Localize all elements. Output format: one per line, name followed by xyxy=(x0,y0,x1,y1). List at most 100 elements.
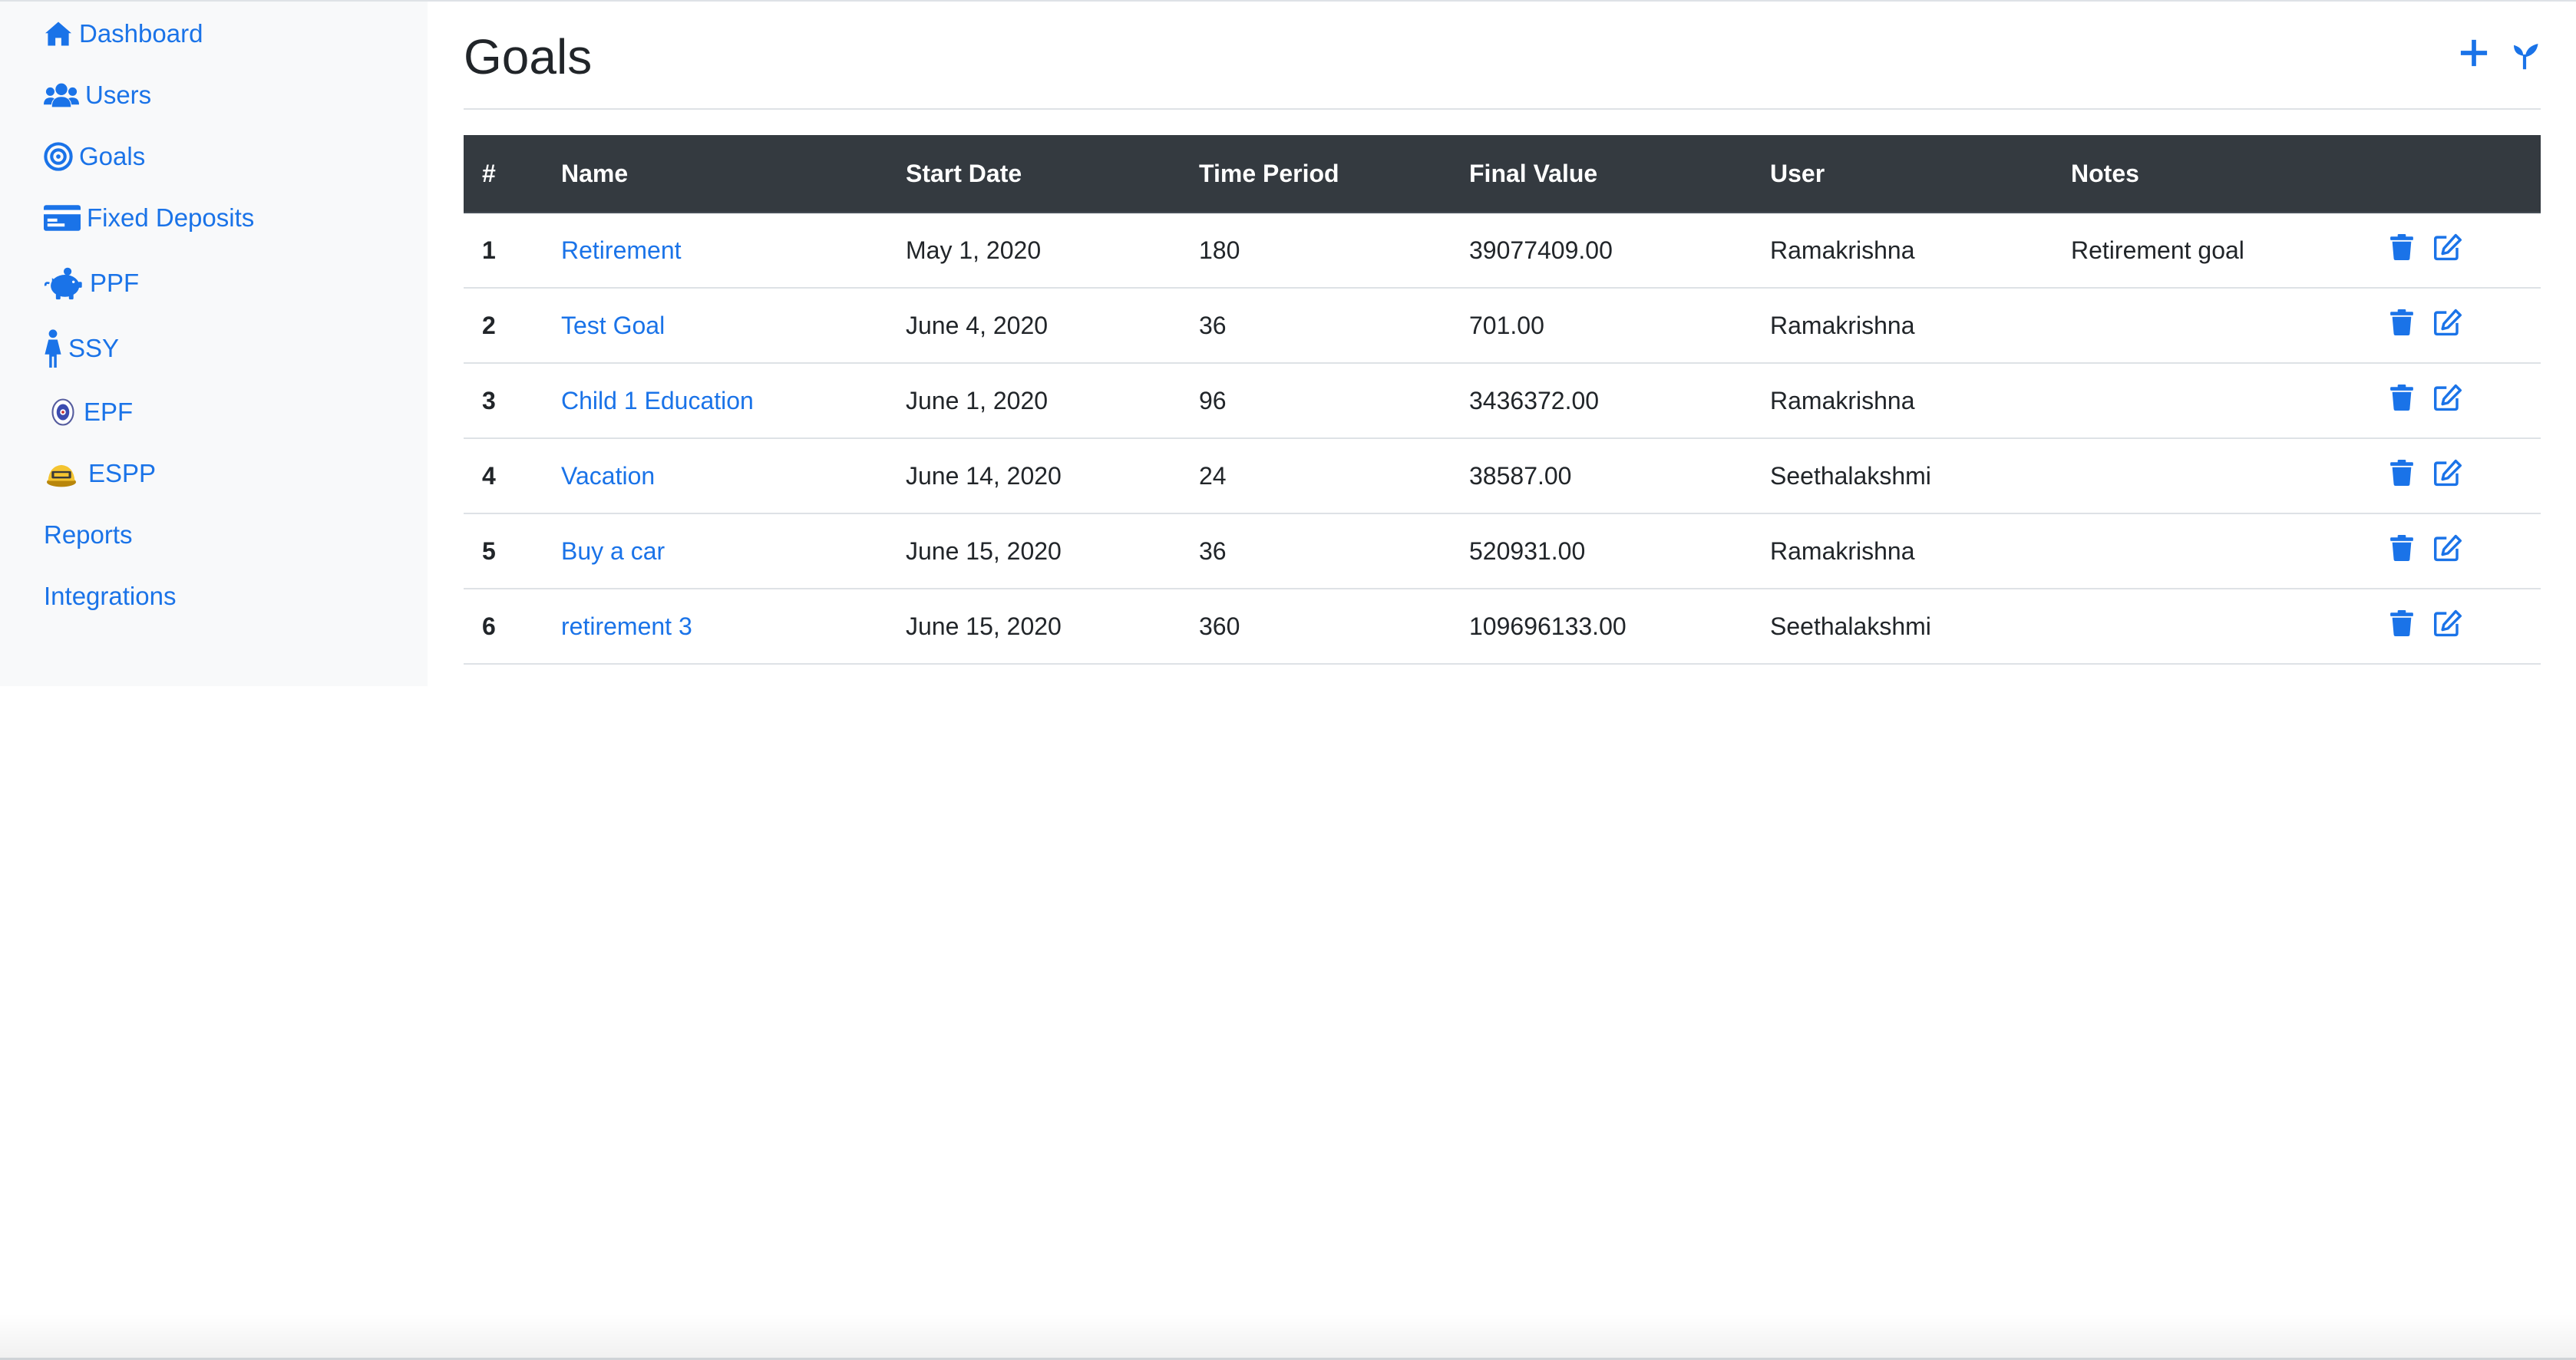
cell-actions xyxy=(2372,288,2541,364)
cell-final-value: 39077409.00 xyxy=(1451,213,1752,289)
table-row: 3 Child 1 Education June 1, 2020 96 3436372.… xyxy=(464,363,2541,439)
column-header-notes: Notes xyxy=(2053,135,2372,213)
sidebar-item-espp[interactable]: ESPP xyxy=(44,451,156,497)
home-icon xyxy=(44,21,73,47)
cell-time-period: 96 xyxy=(1181,363,1451,439)
cell-name: Buy a car xyxy=(543,513,887,589)
cell-notes xyxy=(2053,589,2372,665)
title-divider xyxy=(464,108,2541,110)
trash-icon xyxy=(2390,460,2413,492)
delete-goal-button[interactable] xyxy=(2390,610,2413,642)
cell-number: 4 xyxy=(464,438,543,514)
cell-number: 6 xyxy=(464,589,543,665)
sidebar-item-epf[interactable]: EPF xyxy=(44,389,133,435)
cell-name: Vacation xyxy=(543,438,887,514)
trash-icon xyxy=(2390,309,2413,342)
cell-actions xyxy=(2372,213,2541,289)
sidebar-item-label: EPF xyxy=(84,398,134,426)
table-header-row: # Name Start Date Time Period Final Valu… xyxy=(464,135,2541,213)
edit-goal-button[interactable] xyxy=(2433,384,2462,418)
sidebar-item-label: Goals xyxy=(79,142,146,170)
cell-final-value: 38587.00 xyxy=(1451,438,1752,514)
edit-goal-button[interactable] xyxy=(2433,309,2462,342)
sidebar-item-label: Fixed Deposits xyxy=(87,203,255,232)
cell-time-period: 24 xyxy=(1181,438,1451,514)
sidebar-item-ppf[interactable]: PPF xyxy=(44,260,139,306)
goal-name-link[interactable]: Buy a car xyxy=(561,537,665,565)
delete-goal-button[interactable] xyxy=(2390,460,2413,492)
cell-number: 5 xyxy=(464,513,543,589)
cell-actions xyxy=(2372,363,2541,439)
cell-start-date: June 4, 2020 xyxy=(887,288,1181,364)
cell-user: Ramakrishna xyxy=(1752,213,2053,289)
sidebar-item-users[interactable]: Users xyxy=(44,72,151,118)
goal-name-link[interactable]: Child 1 Education xyxy=(561,387,754,414)
cell-time-period: 36 xyxy=(1181,513,1451,589)
cell-time-period: 36 xyxy=(1181,288,1451,364)
edit-goal-button[interactable] xyxy=(2433,609,2462,643)
sidebar-item-label: PPF xyxy=(90,269,140,297)
column-header-actions xyxy=(2372,135,2541,213)
sidebar-item-reports[interactable]: Reports xyxy=(44,512,133,558)
edit-icon xyxy=(2433,233,2462,267)
sidebar-item-label: Dashboard xyxy=(79,19,203,48)
goal-name-link[interactable]: Vacation xyxy=(561,462,655,490)
table-row: 1 Retirement May 1, 2020 180 39077409.00 Rama… xyxy=(464,213,2541,289)
goal-name-link[interactable]: retirement 3 xyxy=(561,612,692,640)
sidebar-item-fixed-deposits[interactable]: Fixed Deposits xyxy=(44,195,254,241)
plus-icon xyxy=(2459,38,2488,74)
edit-goal-button[interactable] xyxy=(2433,459,2462,493)
delete-goal-button[interactable] xyxy=(2390,385,2413,417)
cell-user: Seethalakshmi xyxy=(1752,438,2053,514)
sidebar-item-dashboard[interactable]: Dashboard xyxy=(44,11,203,57)
delete-goal-button[interactable] xyxy=(2390,535,2413,567)
cell-final-value: 520931.00 xyxy=(1451,513,1752,589)
sidebar-item-goals[interactable]: Goals xyxy=(44,134,145,180)
trash-icon xyxy=(2390,385,2413,417)
cell-start-date: May 1, 2020 xyxy=(887,213,1181,289)
page-actions xyxy=(2459,38,2541,74)
edit-icon xyxy=(2433,309,2462,342)
add-goal-button[interactable] xyxy=(2459,38,2488,74)
cell-number: 2 xyxy=(464,288,543,364)
sidebar-item-label: Users xyxy=(85,81,152,109)
cell-user: Ramakrishna xyxy=(1752,288,2053,364)
edit-icon xyxy=(2433,609,2462,643)
cell-user: Seethalakshmi xyxy=(1752,589,2053,665)
sidebar-item-label: Reports xyxy=(44,520,133,549)
cell-start-date: June 14, 2020 xyxy=(887,438,1181,514)
cell-actions xyxy=(2372,589,2541,665)
edit-goal-button[interactable] xyxy=(2433,534,2462,568)
cell-notes xyxy=(2053,513,2372,589)
cell-name: Retirement xyxy=(543,213,887,289)
window-bottom-shadow xyxy=(0,1314,2576,1360)
cell-notes: Retirement goal xyxy=(2053,213,2372,289)
trash-icon xyxy=(2390,234,2413,266)
cell-time-period: 180 xyxy=(1181,213,1451,289)
cell-start-date: June 15, 2020 xyxy=(887,513,1181,589)
delete-goal-button[interactable] xyxy=(2390,309,2413,342)
goal-name-link[interactable]: Test Goal xyxy=(561,312,665,339)
piggy-bank-icon xyxy=(44,266,84,300)
goal-name-link[interactable]: Retirement xyxy=(561,236,682,264)
girl-icon xyxy=(44,329,62,368)
column-header-start-date: Start Date xyxy=(887,135,1181,213)
cell-time-period: 360 xyxy=(1181,589,1451,665)
seed-goal-button[interactable] xyxy=(2508,38,2541,74)
cell-name: retirement 3 xyxy=(543,589,887,665)
table-row: 5 Buy a car June 15, 2020 36 520931.00 Ramakr… xyxy=(464,513,2541,589)
sidebar-item-ssy[interactable]: SSY xyxy=(44,325,119,371)
cell-notes xyxy=(2053,363,2372,439)
espp-icon xyxy=(44,459,79,488)
sidebar-item-label: ESPP xyxy=(88,459,157,487)
trash-icon xyxy=(2390,535,2413,567)
delete-goal-button[interactable] xyxy=(2390,234,2413,266)
edit-goal-button[interactable] xyxy=(2433,233,2462,267)
cell-name: Test Goal xyxy=(543,288,887,364)
sidebar-item-integrations[interactable]: Integrations xyxy=(44,573,176,619)
cell-name: Child 1 Education xyxy=(543,363,887,439)
cell-actions xyxy=(2372,513,2541,589)
column-header-time-period: Time Period xyxy=(1181,135,1451,213)
cell-user: Ramakrishna xyxy=(1752,513,2053,589)
cell-start-date: June 15, 2020 xyxy=(887,589,1181,665)
